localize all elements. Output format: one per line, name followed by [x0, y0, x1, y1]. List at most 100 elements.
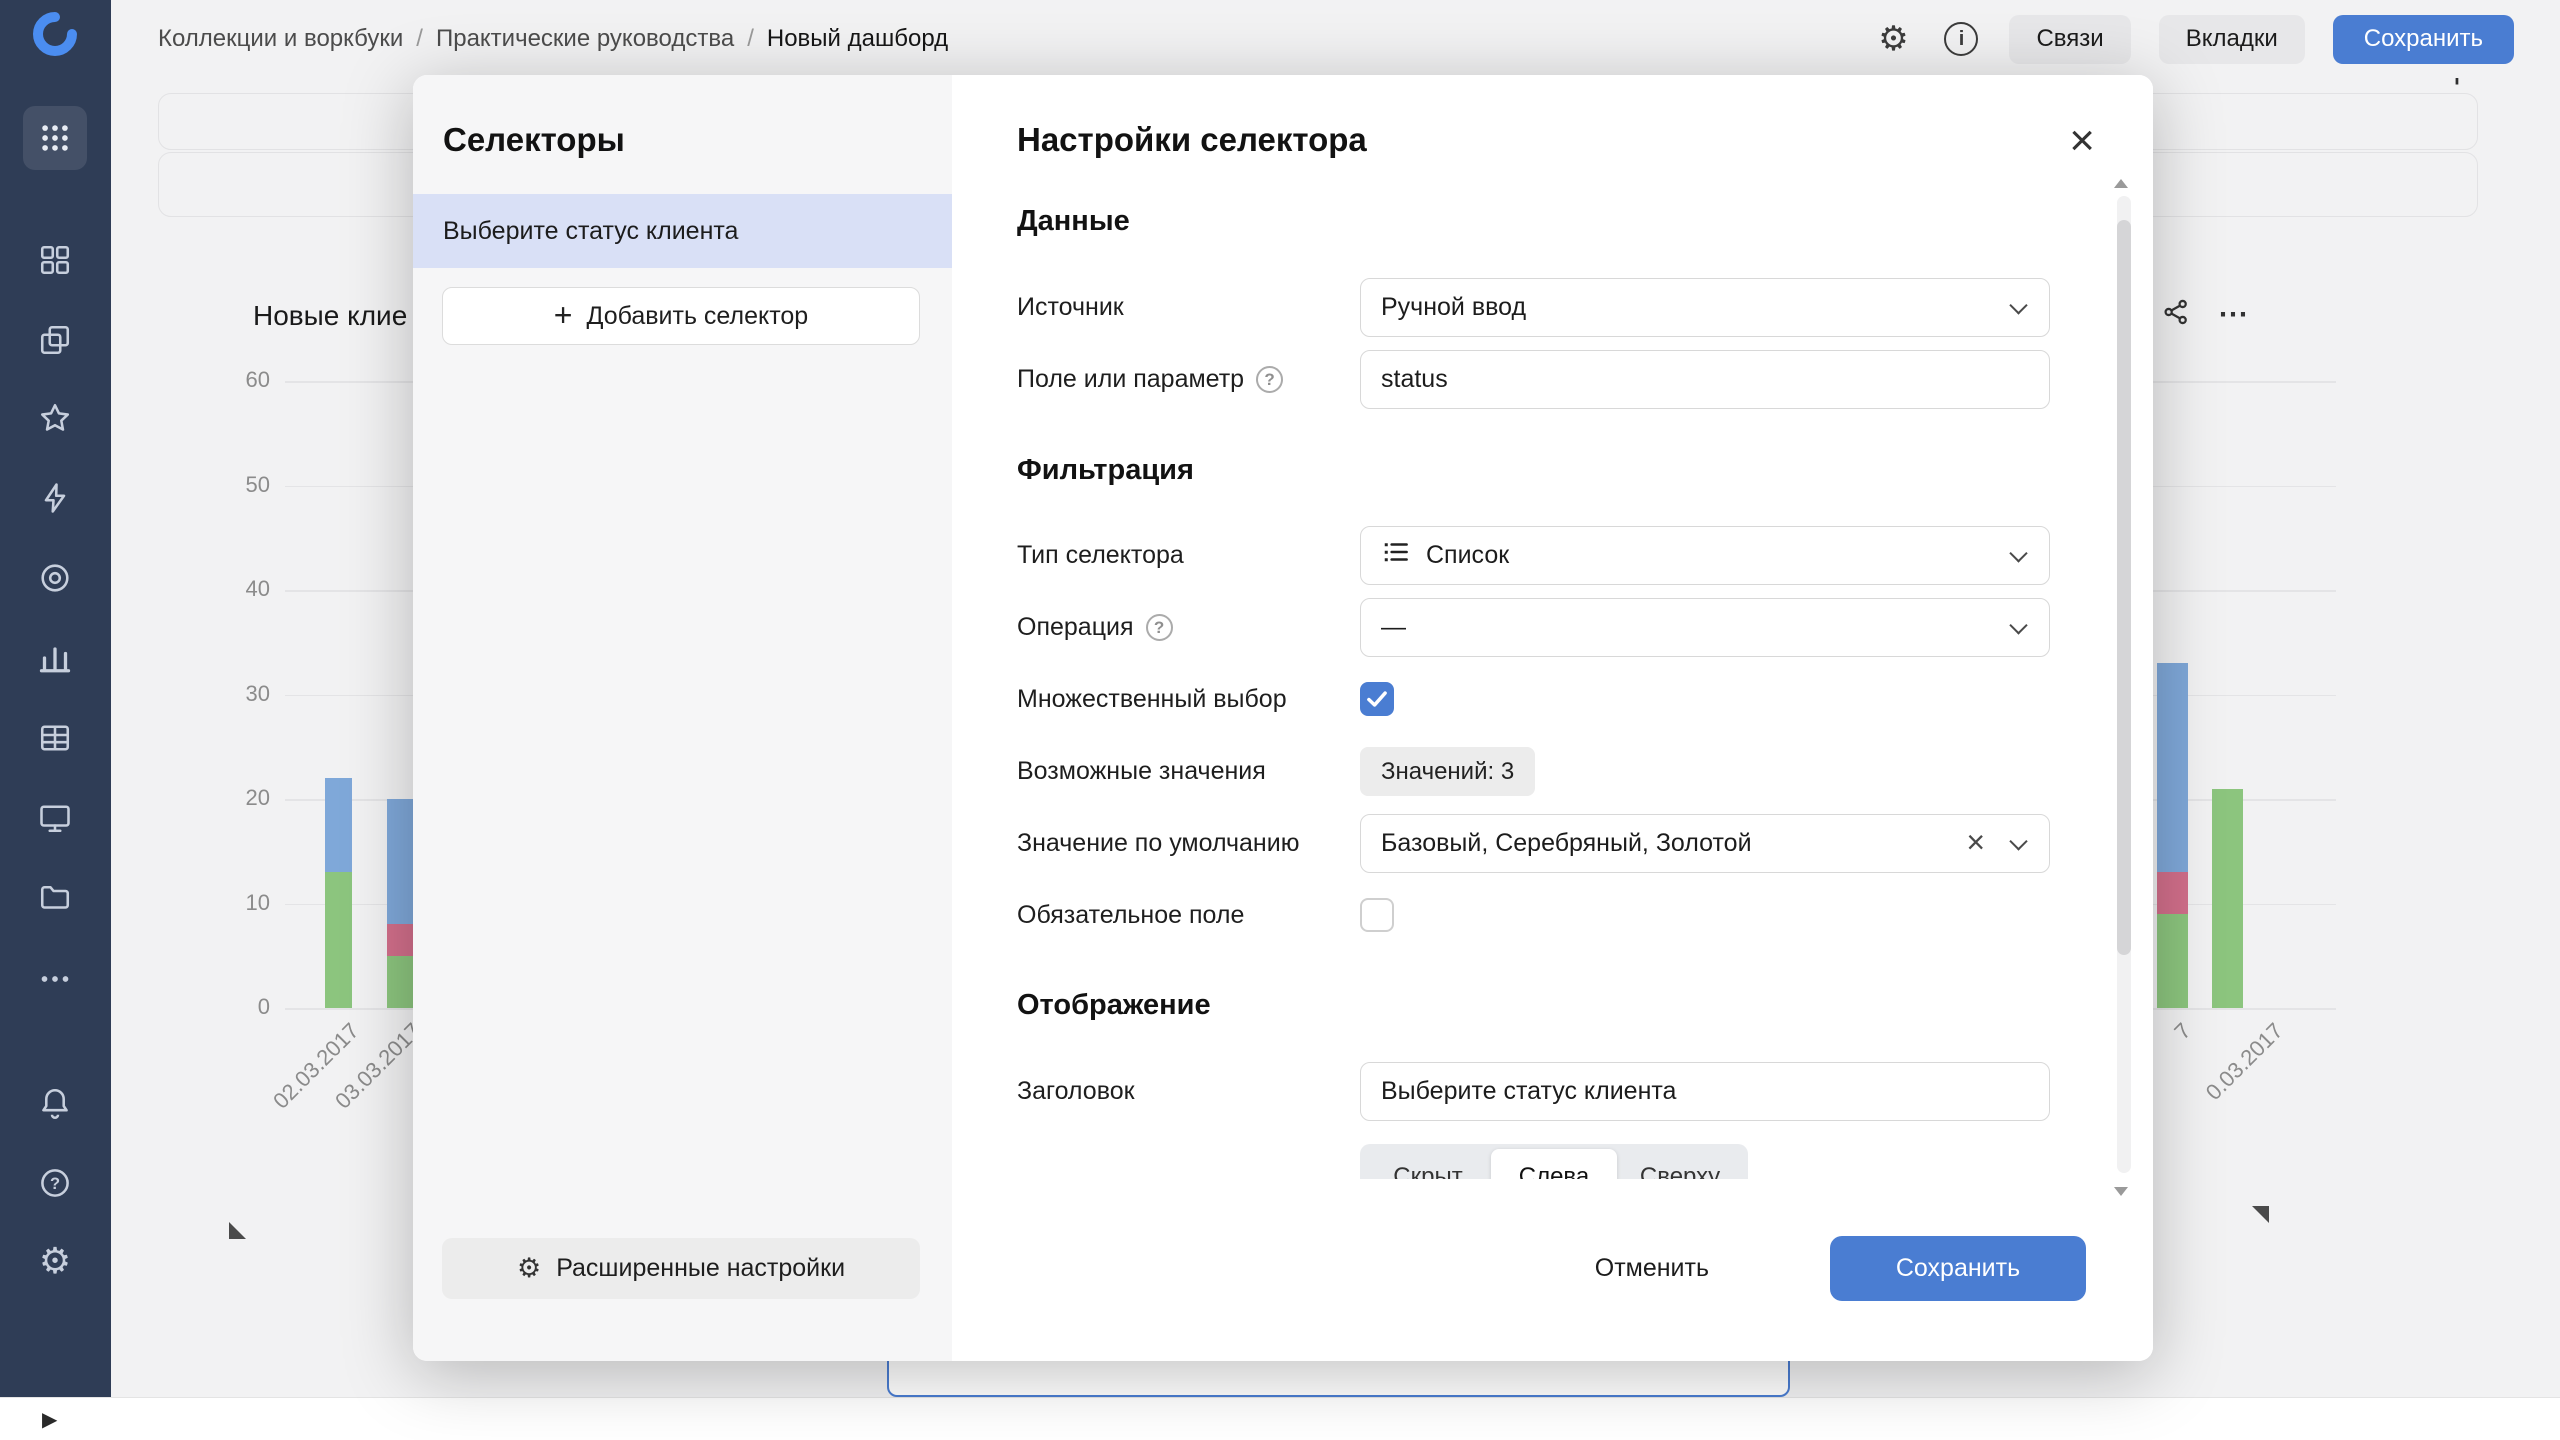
field-input[interactable]: status: [1360, 350, 2050, 409]
chart-bar-segment: [325, 778, 352, 1008]
field-row: Поле или параметр ? status: [952, 350, 2153, 409]
selector-list-item[interactable]: Выберите статус клиента: [413, 194, 952, 268]
breadcrumb-separator: /: [747, 25, 754, 53]
chart-bar-segment: [325, 872, 352, 1008]
selectors-list: Выберите статус клиента: [413, 194, 952, 268]
chart-y-tick: 50: [200, 472, 270, 498]
close-icon[interactable]: ×: [2069, 119, 2095, 163]
default-value-select[interactable]: Базовый, Серебряный, Золотой ×: [1360, 814, 2050, 873]
selector-settings-modal: Селекторы Выберите статус клиента + Доба…: [413, 75, 2153, 1361]
advanced-settings-button[interactable]: ⚙ Расширенные настройки: [442, 1238, 920, 1299]
placement-option[interactable]: Скрыт: [1365, 1149, 1491, 1179]
resize-handle[interactable]: [2252, 1206, 2269, 1223]
dashboards-icon[interactable]: [37, 242, 73, 278]
chart-x-label: 0.03.2017: [2150, 1018, 2289, 1157]
operation-select[interactable]: —: [1360, 598, 2050, 657]
breadcrumb: Коллекции и воркбуки / Практические руково…: [158, 25, 948, 53]
chart-y-tick: 0: [200, 994, 270, 1020]
advanced-settings-label: Расширенные настройки: [556, 1254, 845, 1283]
scroll-down-icon[interactable]: [2114, 1187, 2128, 1196]
chart-x-label: 02.03.2017: [226, 1018, 365, 1157]
header-save-button[interactable]: Сохранить: [2333, 15, 2514, 64]
clear-icon[interactable]: ×: [1966, 824, 1985, 861]
chevron-down-icon: [2009, 296, 2027, 314]
chart-bar-segment: [2157, 663, 2188, 872]
multichoice-label: Множественный выбор: [1017, 685, 1287, 714]
selectors-panel: Селекторы Выберите статус клиента + Доба…: [413, 75, 952, 1361]
placement-option[interactable]: Слева: [1491, 1149, 1617, 1179]
breadcrumb-item[interactable]: Практические руководства: [436, 25, 734, 53]
settings-scroll-area: Данные Источник Ручной ввод Поле или пар…: [952, 196, 2153, 1179]
expand-sidebar-icon[interactable]: ▶: [42, 1407, 57, 1432]
source-row: Источник Ручной ввод: [952, 278, 2153, 337]
operation-value: —: [1381, 613, 1406, 642]
add-selector-label: Добавить селектор: [586, 302, 808, 331]
datasets-table-icon[interactable]: [37, 720, 73, 756]
help-icon[interactable]: ?: [1256, 366, 1283, 393]
chevron-down-icon: [2009, 832, 2027, 850]
title-row: Заголовок Выберите статус клиента: [952, 1062, 2153, 1121]
help-icon[interactable]: ?: [1146, 614, 1173, 641]
scroll-up-icon[interactable]: [2114, 179, 2128, 188]
chart-bar-segment: [387, 799, 414, 1008]
svg-text:?: ?: [50, 1175, 60, 1193]
settings-gear-button[interactable]: ⚙: [1873, 19, 1913, 59]
source-label: Источник: [1017, 293, 1124, 322]
favorites-star-icon[interactable]: [37, 400, 73, 436]
breadcrumb-item[interactable]: Коллекции и воркбуки: [158, 25, 403, 53]
scrollbar[interactable]: [2117, 196, 2131, 1173]
add-selector-button[interactable]: + Добавить селектор: [442, 287, 920, 345]
cancel-button[interactable]: Отменить: [1571, 1236, 1733, 1301]
chart-y-tick: 30: [200, 681, 270, 707]
multichoice-checkbox[interactable]: [1360, 682, 1394, 716]
breadcrumb-separator: /: [416, 25, 423, 53]
title-input[interactable]: Выберите статус клиента: [1360, 1062, 2050, 1121]
chart-bar-segment: [387, 956, 414, 1008]
placement-option[interactable]: Сверху: [1617, 1149, 1743, 1179]
notifications-bell-icon[interactable]: [37, 1085, 73, 1121]
help-circle-icon[interactable]: ?: [37, 1165, 73, 1201]
values-count-badge[interactable]: Значений: 3: [1360, 747, 1535, 796]
presentation-icon[interactable]: [37, 800, 73, 836]
chart-y-tick: 60: [200, 367, 270, 393]
lightning-icon[interactable]: [37, 480, 73, 516]
possible-values-label: Возможные значения: [1017, 757, 1266, 786]
required-row: Обязательное поле: [952, 886, 2153, 945]
resize-handle[interactable]: [229, 1222, 246, 1239]
sidebar: ? ⚙: [0, 0, 111, 1397]
default-value-row: Значение по умолчанию Базовый, Серебряны…: [952, 814, 2153, 873]
links-button[interactable]: Связи: [2009, 15, 2130, 64]
more-icon[interactable]: [37, 961, 73, 997]
required-checkbox[interactable]: [1360, 898, 1394, 932]
apps-grid-icon[interactable]: [23, 106, 87, 170]
chart-bar-segment: [2157, 914, 2188, 1008]
app-logo-icon[interactable]: [31, 10, 79, 58]
charts-icon[interactable]: [37, 640, 73, 676]
settings-gear-icon[interactable]: ⚙: [37, 1243, 73, 1279]
bottom-bar: ▶: [0, 1397, 2560, 1440]
workbooks-icon[interactable]: [37, 322, 73, 358]
source-select[interactable]: Ручной ввод: [1360, 278, 2050, 337]
modal-save-button[interactable]: Сохранить: [1830, 1236, 2086, 1301]
top-header: Коллекции и воркбуки / Практические руково…: [111, 0, 2560, 78]
scrollbar-thumb[interactable]: [2117, 220, 2131, 955]
chart-bar-segment: [387, 924, 414, 955]
monitoring-target-icon[interactable]: [37, 560, 73, 596]
info-button[interactable]: i: [1941, 19, 1981, 59]
gear-icon: ⚙: [1878, 22, 1908, 56]
field-label: Поле или параметр: [1017, 365, 1244, 394]
share-icon[interactable]: [2160, 296, 2192, 333]
selectors-panel-title: Селекторы: [443, 121, 625, 159]
chevron-down-icon: [2009, 544, 2027, 562]
source-select-value: Ручной ввод: [1381, 293, 1526, 322]
folder-icon[interactable]: [37, 879, 73, 915]
info-icon: i: [1944, 22, 1978, 56]
display-section-heading: Отображение: [1017, 989, 1211, 1022]
selector-type-select[interactable]: Список: [1360, 526, 2050, 585]
multichoice-row: Множественный выбор: [952, 670, 2153, 729]
tabs-button[interactable]: Вкладки: [2159, 15, 2305, 64]
settings-panel-title: Настройки селектора: [1017, 121, 1367, 159]
widget-menu-icon[interactable]: ⋯: [2218, 297, 2248, 332]
chart-widget-title: Новые клие: [253, 300, 407, 332]
settings-panel: Настройки селектора × Данные Источник Ру…: [952, 75, 2153, 1361]
